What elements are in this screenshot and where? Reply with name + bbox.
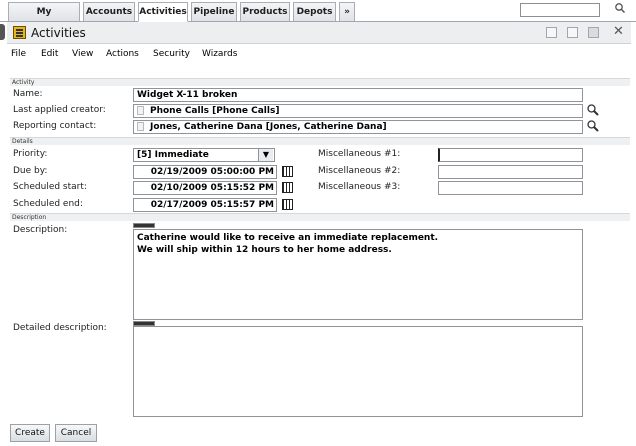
contact-search-icon[interactable] (586, 119, 600, 133)
name-field[interactable]: Widget X-11 broken (133, 88, 583, 102)
menu-wizards[interactable]: Wizards (202, 49, 237, 59)
misc3-field[interactable] (438, 181, 583, 195)
misc2-label: Miscellaneous #2: (318, 166, 401, 176)
menu-actions[interactable]: Actions (106, 49, 139, 59)
cancel-button[interactable]: Cancel (55, 424, 97, 442)
tab-activities[interactable]: Activities (138, 2, 188, 22)
section-description: Description (10, 213, 630, 221)
name-label: Name: (13, 89, 43, 99)
menu-security[interactable]: Security (153, 49, 190, 59)
misc1-label: Miscellaneous #1: (318, 149, 401, 159)
start-label: Scheduled start: (13, 182, 87, 192)
misc1-field[interactable] (438, 148, 583, 162)
window-title-bar: Activities ✕ (7, 22, 631, 44)
search-input[interactable] (520, 3, 600, 17)
description-textarea[interactable]: Catherine would like to receive an immed… (133, 229, 583, 320)
tab-more[interactable]: » (339, 2, 355, 22)
lookup-icon (137, 106, 144, 115)
due-label: Due by: (13, 166, 48, 176)
collapse-arrow-icon[interactable] (0, 24, 5, 40)
section-activity: Activity (10, 78, 630, 86)
print-icon[interactable] (588, 27, 599, 38)
tab-accounts[interactable]: Accounts (83, 2, 135, 22)
due-calendar-icon[interactable] (282, 166, 293, 177)
create-button[interactable]: Create (10, 424, 50, 442)
tab-pipeline[interactable]: Pipeline (191, 2, 237, 22)
description-line: We will ship within 12 hours to her home… (137, 245, 392, 255)
section-details: Details (10, 137, 630, 145)
detailed-description-textarea[interactable] (133, 326, 583, 417)
misc2-field[interactable] (438, 165, 583, 179)
chevron-down-icon[interactable]: ▼ (258, 149, 273, 161)
top-tab-bar: My Homepage Accounts Activities Pipeline… (0, 0, 636, 35)
html-editor-icon[interactable] (133, 223, 155, 228)
priority-select[interactable]: [5] Immediate ▼ (133, 148, 275, 162)
maximize-icon[interactable] (567, 27, 578, 38)
creator-value: Phone Calls [Phone Calls] (150, 106, 280, 116)
due-field[interactable]: 02/19/2009 05:00:00 PM (133, 165, 277, 179)
start-value: 02/10/2009 05:15:52 PM (150, 183, 274, 193)
menu-file[interactable]: File (11, 49, 26, 59)
description-line: Catherine would like to receive an immed… (137, 233, 439, 243)
priority-label: Priority: (13, 149, 48, 159)
tab-depots[interactable]: Depots (293, 2, 336, 22)
contact-label: Reporting contact: (13, 121, 97, 131)
menu-view[interactable]: View (72, 49, 93, 59)
start-calendar-icon[interactable] (282, 182, 293, 193)
tab-products[interactable]: Products (240, 2, 290, 22)
creator-field[interactable]: Phone Calls [Phone Calls] (133, 104, 583, 118)
end-field[interactable]: 02/17/2009 05:15:57 PM (133, 198, 277, 212)
name-value: Widget X-11 broken (137, 90, 238, 100)
minimize-icon[interactable] (546, 27, 557, 38)
due-value: 02/19/2009 05:00:00 PM (150, 167, 274, 177)
creator-label: Last applied creator: (13, 105, 106, 115)
contact-value: Jones, Catherine Dana [Jones, Catherine … (150, 122, 387, 132)
menu-bar: File Edit View Actions Security Wizards (7, 47, 631, 65)
misc3-label: Miscellaneous #3: (318, 182, 401, 192)
menu-edit[interactable]: Edit (41, 49, 58, 59)
creator-search-icon[interactable] (586, 103, 600, 117)
end-calendar-icon[interactable] (282, 199, 293, 210)
activity-form: Activity Name: Widget X-11 broken Last a… (10, 74, 630, 418)
end-label: Scheduled end: (13, 199, 83, 209)
detailed-description-label: Detailed description: (13, 323, 107, 333)
end-value: 02/17/2009 05:15:57 PM (150, 200, 274, 210)
tab-my-homepage[interactable]: My Homepage (8, 2, 80, 35)
description-label: Description: (13, 225, 68, 235)
close-icon[interactable]: ✕ (613, 25, 624, 39)
priority-value: [5] Immediate (137, 150, 209, 160)
start-field[interactable]: 02/10/2009 05:15:52 PM (133, 181, 277, 195)
window-title: Activities (31, 26, 86, 40)
lookup-icon (137, 122, 144, 131)
search-icon[interactable] (614, 2, 626, 17)
activities-icon (13, 26, 26, 39)
contact-field[interactable]: Jones, Catherine Dana [Jones, Catherine … (133, 120, 583, 134)
